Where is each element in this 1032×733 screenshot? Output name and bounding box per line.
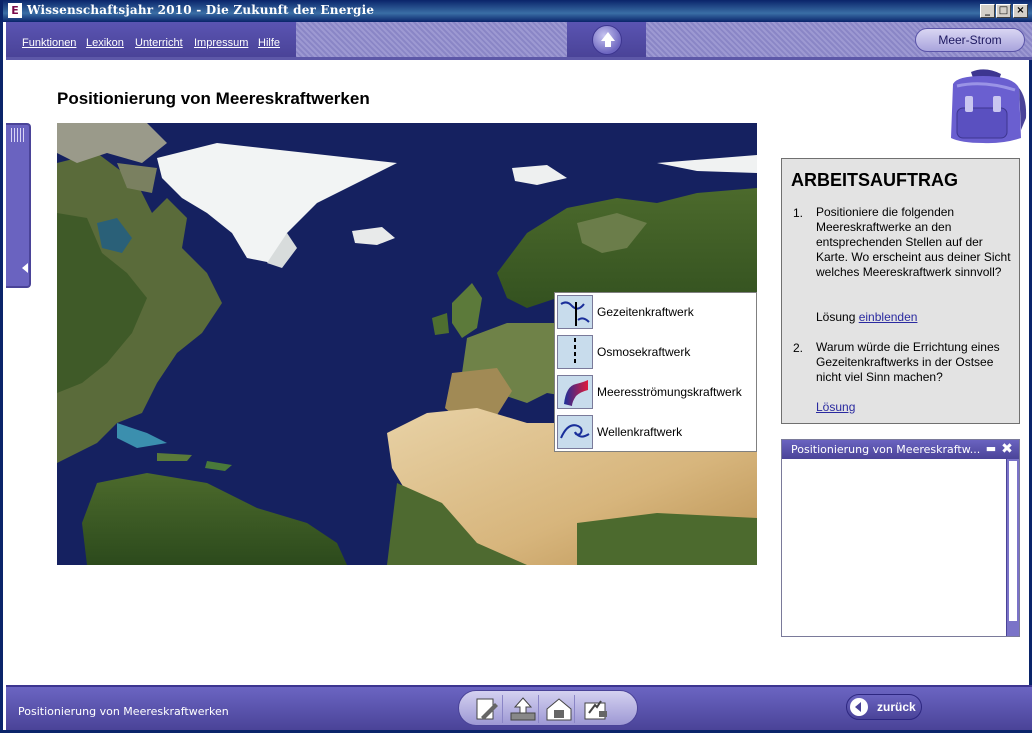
task-number: 1.	[793, 206, 804, 220]
home-camera-icon[interactable]	[543, 695, 575, 723]
legend-label: Gezeitenkraftwerk	[597, 305, 694, 319]
task-heading: ARBEITSAUFTRAG	[791, 170, 958, 190]
solution-line: Lösung einblenden	[816, 310, 1014, 325]
scrollbar-track	[1009, 461, 1017, 621]
notes-title: Positionierung von Meereskraftw...	[791, 443, 981, 456]
tool-group	[458, 690, 638, 726]
backpack-icon[interactable]	[943, 68, 1028, 146]
up-arrow-icon	[592, 25, 622, 55]
wave-icon[interactable]	[557, 415, 593, 449]
grip-icon	[11, 128, 25, 142]
menu-item-impressum[interactable]: Impressum	[194, 37, 248, 49]
home-button[interactable]	[567, 22, 646, 57]
menu-bar: Funktionen Lexikon Unterricht Impressum …	[6, 22, 1032, 60]
power-plant-legend: Gezeitenkraftwerk Osmosekraftwerk Meeres…	[554, 292, 757, 452]
legend-label: Wellenkraftwerk	[597, 425, 683, 439]
solution-prefix: Lösung	[816, 310, 856, 324]
maximize-button[interactable]: □	[996, 4, 1011, 18]
app-icon: E	[8, 3, 22, 18]
notes-header: Positionierung von Meereskraftw...	[782, 440, 1019, 459]
legend-item-meeresstroemungskraftwerk[interactable]: Meeresströmungskraftwerk	[557, 373, 756, 411]
close-icon[interactable]: ✖	[999, 441, 1015, 457]
minimize-button[interactable]: _	[980, 4, 995, 18]
window-title: Wissenschaftsjahr 2010 - Die Zukunft der…	[27, 3, 375, 17]
menu-item-unterricht[interactable]: Unterricht	[135, 37, 183, 49]
menu-item-hilfe[interactable]: Hilfe	[258, 37, 280, 49]
app-window: E Wissenschaftsjahr 2010 - Die Zukunft d…	[0, 0, 1032, 733]
tide-icon[interactable]	[557, 295, 593, 329]
legend-label: Meeresströmungskraftwerk	[597, 385, 742, 399]
solution-link[interactable]: Lösung	[816, 400, 855, 414]
topic-button[interactable]: Meer-Strom	[915, 28, 1025, 52]
title-bar: E Wissenschaftsjahr 2010 - Die Zukunft d…	[3, 0, 1032, 22]
menu-item-lexikon[interactable]: Lexikon	[86, 37, 124, 49]
export-camera-icon[interactable]	[579, 695, 611, 723]
legend-label: Osmosekraftwerk	[597, 345, 691, 359]
side-panel-tab[interactable]	[6, 123, 31, 288]
show-solution-link[interactable]: einblenden	[859, 310, 918, 324]
minimize-icon[interactable]: ▬	[985, 443, 997, 455]
back-button[interactable]: zurück	[846, 694, 922, 720]
task-text: Positioniere die folgenden Meereskraftwe…	[816, 205, 1011, 279]
legend-item-gezeitenkraftwerk[interactable]: Gezeitenkraftwerk	[557, 293, 756, 331]
status-text: Positionierung von Meereskraftwerken	[18, 705, 229, 718]
back-arrow-icon	[850, 698, 868, 716]
notes-panel: Positionierung von Meereskraftw... ▬ ✖	[781, 439, 1020, 637]
upload-icon[interactable]	[507, 695, 539, 723]
bottom-bar: Positionierung von Meereskraftwerken zur…	[6, 685, 1032, 730]
solution-line: Lösung	[816, 400, 1014, 415]
menu-group: Funktionen Lexikon Unterricht Impressum …	[6, 22, 296, 57]
page-title: Positionierung von Meereskraftwerken	[57, 89, 370, 108]
close-button[interactable]: ×	[1013, 4, 1028, 18]
notes-scrollbar[interactable]	[1006, 459, 1019, 636]
back-label: zurück	[877, 700, 916, 714]
legend-item-osmosekraftwerk[interactable]: Osmosekraftwerk	[557, 333, 756, 371]
task-number: 2.	[793, 341, 804, 355]
legend-item-wellenkraftwerk[interactable]: Wellenkraftwerk	[557, 413, 756, 451]
notes-textarea[interactable]	[782, 459, 1007, 636]
osmosis-icon[interactable]	[557, 335, 593, 369]
current-icon[interactable]	[557, 375, 593, 409]
task-text: Warum würde die Errichtung eines Gezeite…	[816, 340, 1000, 384]
task-panel: ARBEITSAUFTRAG 1. Positioniere die folge…	[781, 158, 1020, 424]
menu-item-funktionen[interactable]: Funktionen	[22, 37, 76, 49]
notepad-icon[interactable]	[471, 695, 503, 723]
expand-arrow-icon	[22, 263, 28, 273]
